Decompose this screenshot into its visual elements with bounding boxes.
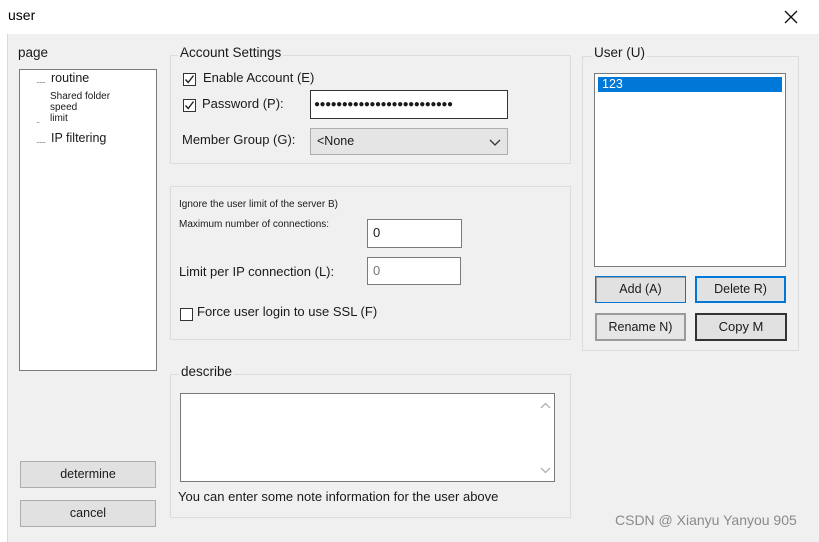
account-settings-label: Account Settings [178, 45, 284, 60]
background-window-edge [0, 34, 8, 542]
tree-connector: ...... [36, 75, 46, 85]
checkmark-icon [184, 75, 195, 84]
max-connections-label: Maximum number of connections: [179, 219, 330, 230]
tree-item-shared-folder-speed-limit[interactable]: Shared folder speed limit [50, 91, 110, 124]
scroll-up-icon[interactable] [540, 402, 551, 410]
describe-scrollbar[interactable] [537, 394, 554, 481]
describe-textarea[interactable] [180, 393, 555, 482]
member-group-label: Member Group (G): [182, 132, 296, 147]
tree-connector: .. [36, 115, 40, 125]
per-ip-input[interactable]: 0 [367, 257, 461, 285]
determine-button[interactable]: determine [20, 461, 156, 488]
cancel-button[interactable]: cancel [20, 500, 156, 527]
title-bar [0, 0, 819, 34]
user-panel-label: User (U) [592, 45, 647, 60]
tree-connector: ...... [36, 135, 46, 145]
close-button[interactable] [774, 0, 808, 34]
page-panel-label: page [18, 45, 49, 60]
copy-user-button[interactable]: Copy M [695, 313, 787, 341]
window-title: user [8, 7, 36, 23]
password-input[interactable]: ●●●●●●●●●●●●●●●●●●●●●●●●● [310, 90, 508, 119]
force-ssl-label: Force user login to use SSL (F) [197, 304, 378, 319]
describe-hint: You can enter some note information for … [178, 489, 499, 504]
enable-account-checkbox[interactable] [183, 73, 196, 86]
user-list[interactable]: 123 [594, 73, 786, 267]
page-tree[interactable]: ...... routine Shared folder speed limit… [19, 69, 157, 371]
chevron-down-icon [489, 139, 501, 146]
member-group-select[interactable]: <None [310, 128, 508, 155]
per-ip-label: Limit per IP connection (L): [179, 264, 335, 279]
watermark-text: CSDN @ Xianyu Yanyou 905 [615, 512, 797, 528]
force-ssl-checkbox[interactable] [180, 308, 193, 321]
tree-item-routine[interactable]: routine [51, 71, 89, 85]
member-group-value: <None [317, 134, 355, 148]
scroll-down-icon[interactable] [540, 466, 551, 474]
password-checkbox[interactable] [183, 99, 196, 112]
add-user-button[interactable]: Add (A) [595, 276, 686, 303]
max-connections-input[interactable]: 0 [367, 219, 462, 248]
ignore-limit-label: Ignore the user limit of the server B) [179, 199, 338, 210]
checkmark-icon [184, 101, 195, 110]
tree-item-ip-filtering[interactable]: IP filtering [51, 131, 106, 145]
describe-label: describe [179, 364, 235, 379]
user-list-item[interactable]: 123 [598, 77, 782, 92]
rename-user-button[interactable]: Rename N) [595, 313, 686, 341]
password-label: Password (P): [202, 96, 284, 111]
delete-user-button[interactable]: Delete R) [695, 276, 786, 303]
close-icon [784, 10, 798, 24]
enable-account-label: Enable Account (E) [203, 70, 315, 85]
